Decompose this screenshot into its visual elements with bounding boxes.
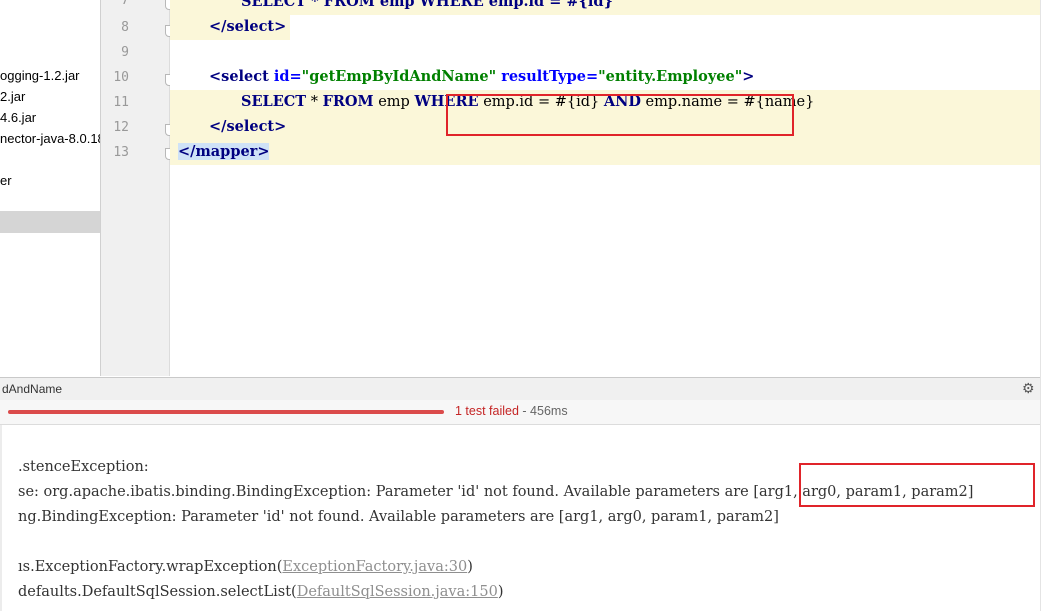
test-progress-area: 1 test failed - 456ms — [0, 400, 1040, 425]
gear-icon[interactable]: ⚙ — [1022, 380, 1035, 397]
line-number: 8 — [121, 20, 129, 35]
code-line-8: </select> — [170, 15, 290, 40]
console-line: .stenceException: — [18, 459, 149, 475]
code-editor[interactable]: SELECT * FROM emp WHERE emp.id = #{id} <… — [170, 0, 1040, 376]
project-tree: ogging-1.2.jar 2.jar 4.6.jar nector-java… — [0, 0, 101, 376]
tree-item-jar-2[interactable]: 2.jar — [0, 89, 25, 104]
console-line: ng.BindingException: Parameter 'id' not … — [18, 509, 779, 525]
code-text: </mapper> — [178, 143, 270, 160]
tree-selected-row[interactable] — [0, 211, 100, 233]
code-text: </select> — [209, 118, 287, 135]
line-number: 13 — [113, 145, 129, 160]
code-text: <select id="getEmpByIdAndName" resultTyp… — [209, 68, 755, 85]
tree-item-folder[interactable]: er — [0, 173, 12, 188]
stack-trace-link[interactable]: ExceptionFactory.java:30 — [282, 559, 467, 575]
console-output[interactable]: .stenceException: se: org.apache.ibatis.… — [0, 425, 1042, 611]
run-panel-header: dAndName ⚙ — [0, 377, 1040, 401]
line-number: 11 — [113, 95, 129, 110]
stack-trace-link[interactable]: DefaultSqlSession.java:150 — [297, 584, 498, 600]
editor-gutter: 7 8 9 10 11 12 13 — [101, 0, 176, 376]
code-text: </select> — [209, 18, 287, 35]
run-config-title[interactable]: dAndName — [2, 382, 62, 396]
code-line-13: </mapper> — [170, 140, 1040, 165]
line-number: 7 — [121, 0, 129, 8]
line-number: 10 — [113, 70, 129, 85]
tree-item-commons-logging[interactable]: ogging-1.2.jar — [0, 68, 80, 83]
vertical-scrollbar[interactable] — [1040, 0, 1053, 611]
tree-item-mysql-connector[interactable]: nector-java-8.0.18 — [0, 131, 100, 146]
console-line: defaults.DefaultSqlSession.selectList(De… — [18, 584, 504, 600]
code-line-7: SELECT * FROM emp WHERE emp.id = #{id} — [170, 0, 1040, 15]
console-line: ıs.ExceptionFactory.wrapException(Except… — [18, 559, 473, 575]
code-text: SELECT * FROM emp WHERE emp.id = #{id} — [241, 0, 613, 10]
test-status: 1 test failed - 456ms — [455, 404, 568, 418]
tree-item-jar-3[interactable]: 4.6.jar — [0, 110, 36, 125]
line-number: 9 — [121, 45, 129, 60]
highlight-box-code — [446, 94, 794, 136]
highlight-box-params — [799, 463, 1035, 507]
failed-count: 1 test failed — [455, 404, 519, 418]
elapsed-time: - 456ms — [518, 404, 568, 418]
test-progress-bar — [8, 410, 444, 414]
code-line-10: <select id="getEmpByIdAndName" resultTyp… — [170, 65, 1040, 90]
line-number: 12 — [113, 120, 129, 135]
